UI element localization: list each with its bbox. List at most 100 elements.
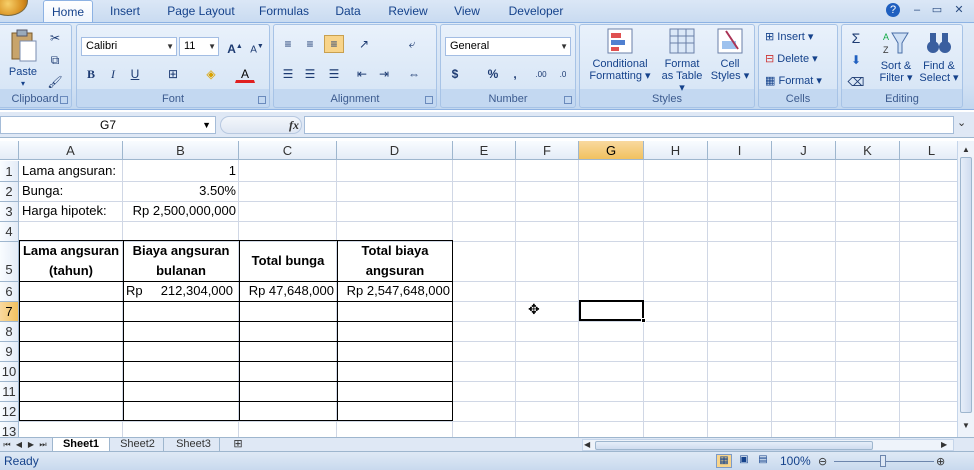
dialog-launcher-icon[interactable] xyxy=(425,96,433,104)
column-header-k[interactable]: K xyxy=(836,141,900,160)
tab-page-layout[interactable]: Page Layout xyxy=(163,0,239,22)
paste-button[interactable]: Paste ▾ xyxy=(5,29,41,88)
zoom-out-icon[interactable]: ⊖ xyxy=(818,455,827,468)
font-size-combo[interactable]: 11 ▼ xyxy=(179,37,219,56)
cell-styles-button[interactable]: Cell Styles ▾ xyxy=(708,27,752,82)
vertical-scroll-thumb[interactable] xyxy=(960,157,972,413)
cell-B3[interactable]: Rp 2,500,000,000 xyxy=(123,201,239,221)
merge-center-icon[interactable]: ⇔ xyxy=(404,65,424,83)
page-layout-view-icon[interactable]: ▣ xyxy=(736,454,752,468)
row-header-8[interactable]: 8 xyxy=(0,322,19,342)
font-color-icon[interactable]: A xyxy=(235,65,255,83)
office-button[interactable] xyxy=(0,0,28,16)
cell-C5[interactable]: Total bunga xyxy=(239,241,337,281)
column-header-d[interactable]: D xyxy=(337,141,453,160)
worksheet-grid[interactable]: ABCDEFGHIJKL 1 2 3 4 5 6 7 8 9 10 11 12 13 Lama angs… xyxy=(0,141,957,437)
first-sheet-icon[interactable]: ⏮ xyxy=(2,438,12,451)
fill-icon[interactable]: ⬇ xyxy=(846,51,866,69)
increase-indent-icon[interactable]: ⇥ xyxy=(374,65,394,83)
next-sheet-icon[interactable]: ▶ xyxy=(26,438,36,451)
align-middle-icon[interactable]: ≡ xyxy=(300,35,320,53)
row-header-5[interactable]: 5 xyxy=(0,242,19,282)
cut-icon[interactable]: ✂ xyxy=(45,29,65,47)
wrap-text-icon[interactable]: ⤶ xyxy=(402,35,422,53)
horizontal-scrollbar[interactable]: ◀ ▶ xyxy=(582,439,954,451)
normal-view-icon[interactable]: ▦ xyxy=(716,454,732,468)
underline-icon[interactable]: U xyxy=(125,65,145,83)
horizontal-scroll-thumb[interactable] xyxy=(595,441,873,450)
tab-data[interactable]: Data xyxy=(328,0,368,22)
tab-home[interactable]: Home xyxy=(43,0,93,23)
row-header-12[interactable]: 12 xyxy=(0,402,19,422)
insert-sheet-icon[interactable]: ⊞ xyxy=(226,438,250,452)
conditional-formatting-button[interactable]: Conditional Formatting ▾ xyxy=(584,27,656,82)
tab-formulas[interactable]: Formulas xyxy=(252,0,316,22)
dialog-launcher-icon[interactable] xyxy=(258,96,266,104)
name-box[interactable]: G7 ▼ xyxy=(0,116,216,134)
cell-B1[interactable]: 1 xyxy=(123,161,239,181)
column-header-e[interactable]: E xyxy=(453,141,516,160)
fill-handle[interactable] xyxy=(641,318,646,323)
italic-icon[interactable]: I xyxy=(103,65,123,83)
orientation-icon[interactable]: ↗ xyxy=(354,35,374,53)
sheet-tab-sheet3[interactable]: Sheet3 xyxy=(168,438,220,452)
comma-icon[interactable]: , xyxy=(505,65,525,83)
cell-A3[interactable]: Harga hipotek: xyxy=(19,201,123,221)
last-sheet-icon[interactable]: ⏭ xyxy=(38,438,48,451)
cell-A1[interactable]: Lama angsuran: xyxy=(19,161,123,181)
row-header-6[interactable]: 6 xyxy=(0,282,19,302)
cell-A2[interactable]: Bunga: xyxy=(19,181,123,201)
formula-input[interactable] xyxy=(304,116,954,134)
active-cell-G7[interactable] xyxy=(579,300,644,321)
column-header-b[interactable]: B xyxy=(123,141,239,160)
column-header-l[interactable]: L xyxy=(900,141,957,160)
row-header-4[interactable]: 4 xyxy=(0,222,19,242)
find-select-button[interactable]: Find & Select ▾ xyxy=(918,29,960,84)
page-break-view-icon[interactable]: ▤ xyxy=(755,454,771,468)
column-header-f[interactable]: F xyxy=(516,141,579,160)
cell-B2[interactable]: 3.50% xyxy=(123,181,239,201)
zoom-in-icon[interactable]: ⊕ xyxy=(936,455,945,468)
row-header-9[interactable]: 9 xyxy=(0,342,19,362)
number-format-combo[interactable]: General ▼ xyxy=(445,37,571,56)
align-left-icon[interactable]: ☰ xyxy=(278,65,298,83)
sheet-tab-sheet1[interactable]: Sheet1 xyxy=(52,438,110,452)
scroll-up-icon[interactable]: ▲ xyxy=(960,145,972,155)
scroll-down-icon[interactable]: ▼ xyxy=(960,421,972,431)
currency-icon[interactable]: $ xyxy=(445,65,465,83)
column-header-i[interactable]: I xyxy=(708,141,772,160)
increase-decimal-icon[interactable]: .00 xyxy=(531,65,551,83)
zoom-level[interactable]: 100% xyxy=(780,454,811,468)
dialog-launcher-icon[interactable] xyxy=(60,96,68,104)
row-header-3[interactable]: 3 xyxy=(0,202,19,222)
format-as-table-button[interactable]: Format as Table ▾ xyxy=(658,27,706,94)
sort-filter-button[interactable]: AZ Sort & Filter ▾ xyxy=(876,29,916,84)
cell-D5[interactable]: Total biaya angsuran xyxy=(337,241,453,281)
tab-developer[interactable]: Developer xyxy=(500,0,572,22)
zoom-slider-thumb[interactable] xyxy=(880,455,886,467)
clear-icon[interactable]: ⌫ xyxy=(846,73,866,91)
autosum-icon[interactable]: Σ xyxy=(846,29,866,47)
align-bottom-icon[interactable]: ≡ xyxy=(324,35,344,53)
tab-insert[interactable]: Insert xyxy=(100,0,150,22)
cell-D6[interactable]: Rp 2,547,648,000 xyxy=(337,281,453,301)
scroll-left-icon[interactable]: ◀ xyxy=(584,440,590,449)
shrink-font-icon[interactable]: A▼ xyxy=(247,37,267,55)
format-painter-icon[interactable]: 🖌 xyxy=(45,73,65,91)
tab-view[interactable]: View xyxy=(447,0,487,22)
column-header-a[interactable]: A xyxy=(19,141,123,160)
cell-C6[interactable]: Rp 47,648,000 xyxy=(239,281,337,301)
cell-B5[interactable]: Biaya angsuran bulanan xyxy=(123,241,239,281)
row-header-11[interactable]: 11 xyxy=(0,382,19,402)
row-header-7[interactable]: 7 xyxy=(0,302,19,322)
align-top-icon[interactable]: ≡ xyxy=(278,35,298,53)
decrease-indent-icon[interactable]: ⇤ xyxy=(352,65,372,83)
column-header-j[interactable]: J xyxy=(772,141,836,160)
row-header-1[interactable]: 1 xyxy=(0,161,19,182)
column-header-c[interactable]: C xyxy=(239,141,337,160)
align-right-icon[interactable]: ☰ xyxy=(324,65,344,83)
font-name-combo[interactable]: Calibri ▼ xyxy=(81,37,177,56)
prev-sheet-icon[interactable]: ◀ xyxy=(14,438,24,451)
insert-cells-button[interactable]: ⊞ Insert ▾ xyxy=(765,31,813,43)
cell-A5[interactable]: Lama angsuran (tahun) xyxy=(19,241,123,281)
